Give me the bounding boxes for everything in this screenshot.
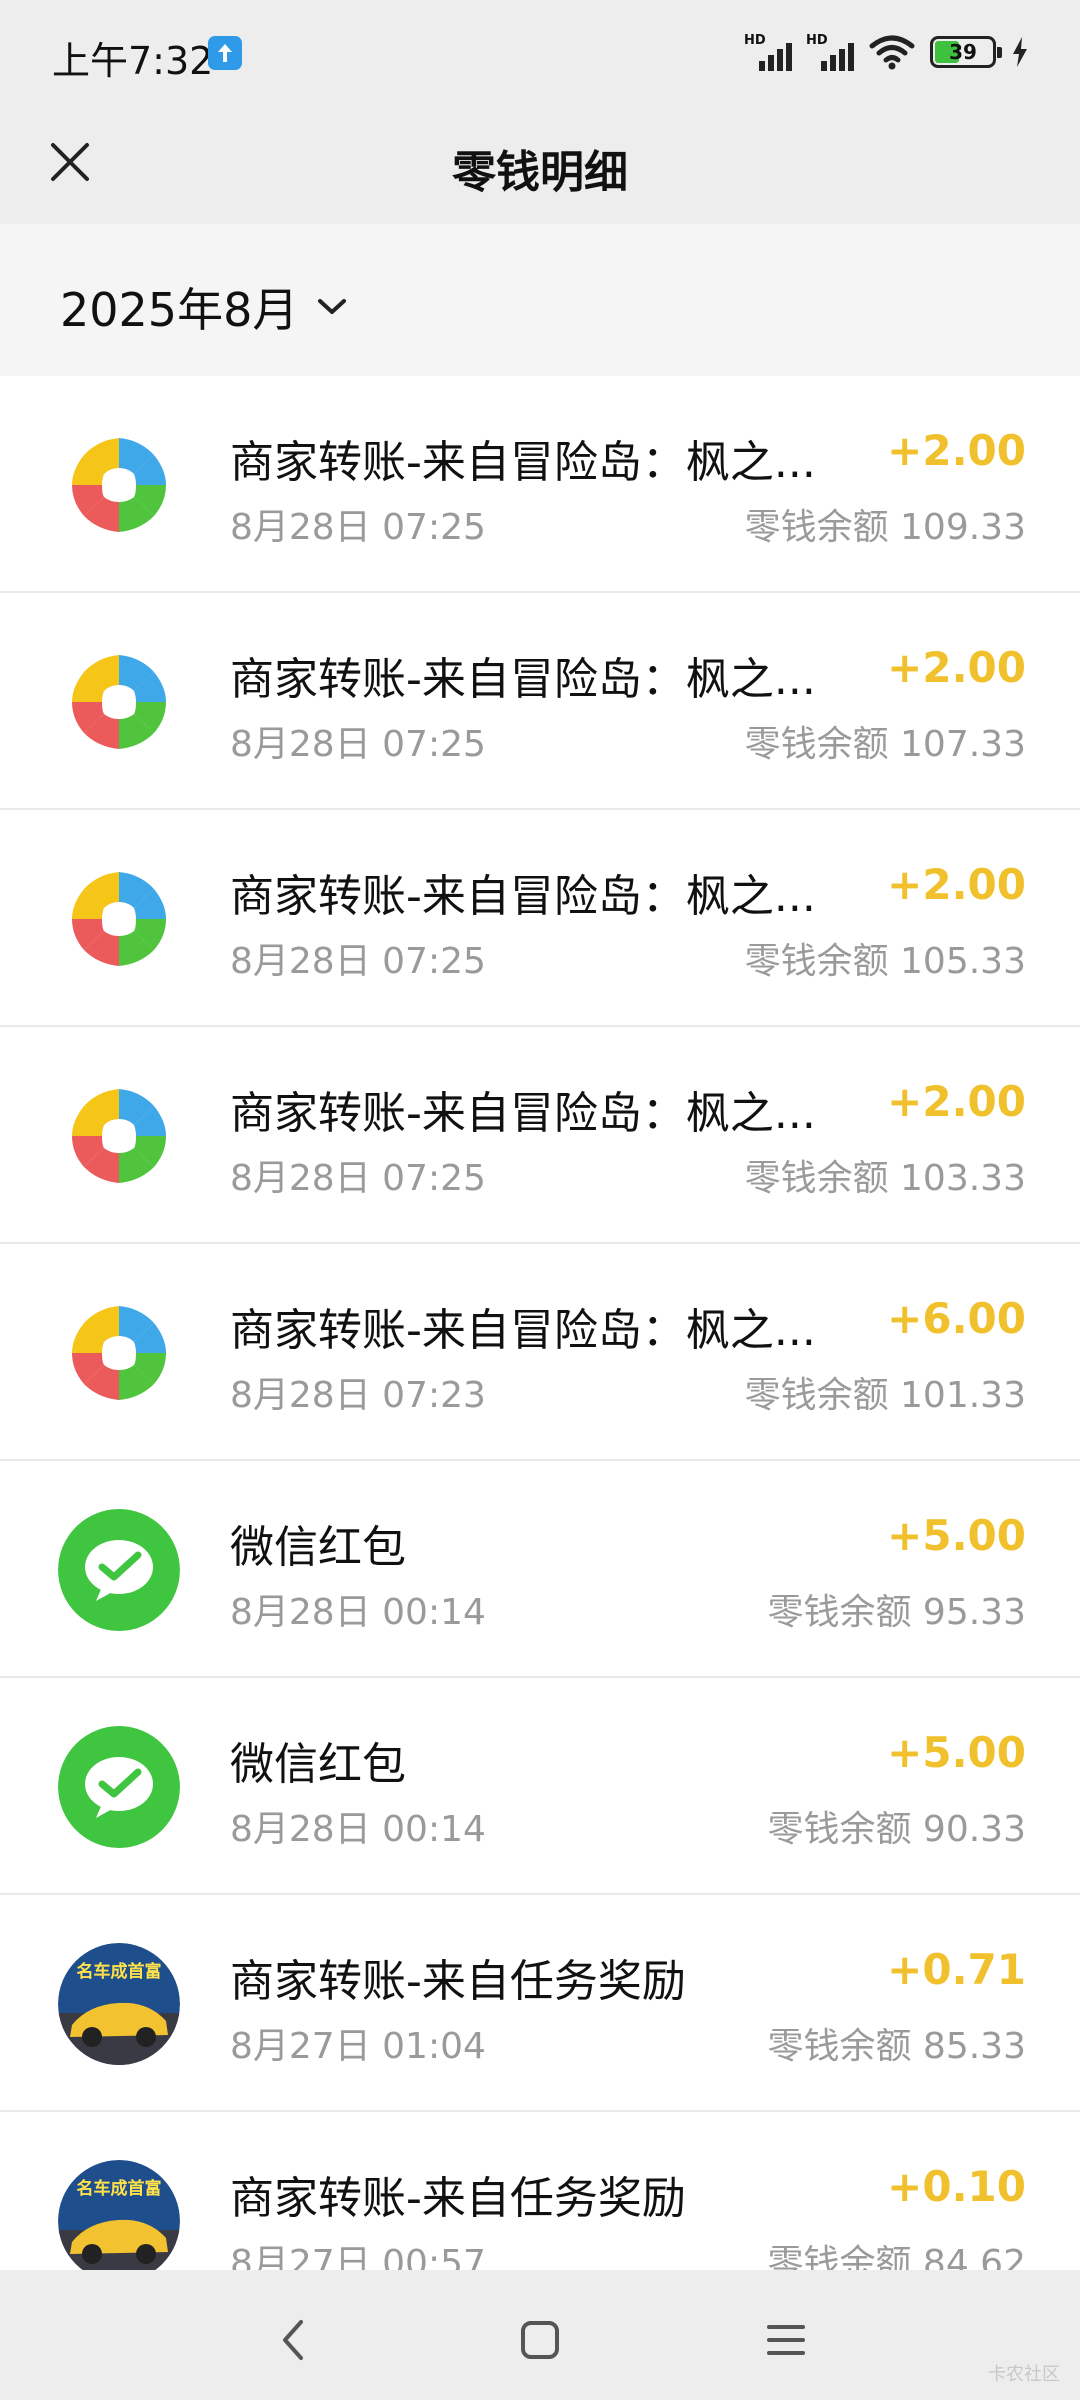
status-time: 上午7:32 bbox=[52, 39, 214, 83]
transaction-time: 8月27日 01:04 bbox=[230, 2026, 486, 2067]
recent-apps-button[interactable] bbox=[746, 2300, 826, 2380]
maple-story-icon bbox=[58, 424, 180, 546]
transaction-title: 商家转账-来自任务奖励 bbox=[230, 2173, 686, 2224]
transaction-time: 8月28日 07:25 bbox=[230, 507, 486, 548]
status-indicators: HD HD 39 bbox=[744, 32, 1030, 72]
transaction-amount: +0.71 bbox=[887, 1945, 1026, 1994]
transaction-amount: +5.00 bbox=[887, 1728, 1026, 1777]
transaction-amount: +5.00 bbox=[887, 1511, 1026, 1560]
chevron-down-icon bbox=[318, 299, 347, 314]
wechat-red-packet-icon bbox=[58, 1726, 180, 1848]
upload-icon bbox=[208, 36, 242, 70]
home-button[interactable] bbox=[500, 2300, 580, 2380]
transaction-balance: 零钱余额 107.33 bbox=[744, 724, 1026, 765]
transaction-balance: 零钱余额 101.33 bbox=[744, 1375, 1026, 1416]
transaction-amount: +2.00 bbox=[887, 1077, 1026, 1126]
transaction-time: 8月28日 07:23 bbox=[230, 1375, 486, 1416]
transaction-amount: +2.00 bbox=[887, 426, 1026, 475]
status-bar: 上午7:32 HD HD 39 bbox=[0, 0, 1080, 100]
month-label: 2025年8月 bbox=[60, 283, 299, 337]
transaction-amount: +6.00 bbox=[887, 1294, 1026, 1343]
transaction-row[interactable]: 商家转账-来自冒险岛：枫之... 8月28日 07:25 +2.00 零钱余额 … bbox=[0, 810, 1080, 1027]
header: 零钱明细 bbox=[0, 100, 1080, 224]
transaction-title: 商家转账-来自任务奖励 bbox=[230, 1956, 686, 2007]
battery-level: 39 bbox=[949, 40, 977, 64]
transaction-amount: +2.00 bbox=[887, 643, 1026, 692]
system-navigation-bar bbox=[0, 2270, 1080, 2400]
sports-car-game-icon: 名车成首富 bbox=[58, 2160, 180, 2282]
wechat-red-packet-icon bbox=[58, 1509, 180, 1631]
maple-story-icon bbox=[58, 1292, 180, 1414]
menu-icon bbox=[767, 2325, 805, 2355]
svg-text:名车成首富: 名车成首富 bbox=[77, 2178, 162, 2199]
transaction-title: 微信红包 bbox=[230, 1522, 406, 1573]
wifi-icon bbox=[869, 35, 915, 70]
transaction-row[interactable]: 商家转账-来自冒险岛：枫之... 8月28日 07:23 +6.00 零钱余额 … bbox=[0, 1244, 1080, 1461]
transaction-row[interactable]: 商家转账-来自冒险岛：枫之... 8月28日 07:25 +2.00 零钱余额 … bbox=[0, 376, 1080, 593]
transaction-title: 商家转账-来自冒险岛：枫之... bbox=[230, 654, 816, 705]
transaction-list: 商家转账-来自冒险岛：枫之... 8月28日 07:25 +2.00 零钱余额 … bbox=[0, 376, 1080, 2329]
transaction-balance: 零钱余额 90.33 bbox=[767, 1809, 1026, 1850]
signal-icon: HD bbox=[744, 33, 792, 71]
transaction-title: 商家转账-来自冒险岛：枫之... bbox=[230, 871, 816, 922]
back-button[interactable] bbox=[254, 2300, 334, 2380]
transaction-time: 8月28日 07:25 bbox=[230, 1158, 486, 1199]
transaction-balance: 零钱余额 95.33 bbox=[767, 1592, 1026, 1633]
transaction-title: 微信红包 bbox=[230, 1739, 406, 1790]
transaction-balance: 零钱余额 105.33 bbox=[744, 941, 1026, 982]
transaction-amount: +2.00 bbox=[887, 860, 1026, 909]
sports-car-game-icon: 名车成首富 bbox=[58, 1943, 180, 2065]
transaction-row[interactable]: 商家转账-来自冒险岛：枫之... 8月28日 07:25 +2.00 零钱余额 … bbox=[0, 1027, 1080, 1244]
battery-icon: 39 bbox=[930, 36, 1002, 68]
transaction-amount: +0.10 bbox=[887, 2162, 1026, 2211]
watermark: 卡农社区 bbox=[988, 2364, 1060, 2385]
transaction-title: 商家转账-来自冒险岛：枫之... bbox=[230, 437, 816, 488]
transaction-balance: 零钱余额 109.33 bbox=[744, 507, 1026, 548]
maple-story-icon bbox=[58, 1075, 180, 1197]
transaction-row[interactable]: 商家转账-来自冒险岛：枫之... 8月28日 07:25 +2.00 零钱余额 … bbox=[0, 593, 1080, 810]
transaction-row[interactable]: 名车成首富 商家转账-来自任务奖励 8月27日 01:04 +0.71 零钱余额… bbox=[0, 1895, 1080, 2112]
page-title: 零钱明细 bbox=[452, 147, 628, 198]
transaction-row[interactable]: 微信红包 8月28日 00:14 +5.00 零钱余额 95.33 bbox=[0, 1461, 1080, 1678]
charging-icon bbox=[1013, 37, 1027, 67]
transaction-title: 商家转账-来自冒险岛：枫之... bbox=[230, 1088, 816, 1139]
transaction-time: 8月28日 07:25 bbox=[230, 724, 486, 765]
month-filter-bar: 2025年8月 bbox=[0, 224, 1080, 376]
transaction-balance: 零钱余额 103.33 bbox=[744, 1158, 1026, 1199]
transaction-time: 8月28日 00:14 bbox=[230, 1592, 486, 1633]
maple-story-icon bbox=[58, 641, 180, 763]
signal-icon: HD bbox=[806, 33, 854, 71]
home-icon bbox=[521, 2321, 559, 2359]
maple-story-icon bbox=[58, 858, 180, 980]
transaction-balance: 零钱余额 85.33 bbox=[767, 2026, 1026, 2067]
transaction-title: 商家转账-来自冒险岛：枫之... bbox=[230, 1305, 816, 1356]
month-selector[interactable]: 2025年8月 bbox=[60, 274, 348, 340]
transaction-row[interactable]: 微信红包 8月28日 00:14 +5.00 零钱余额 90.33 bbox=[0, 1678, 1080, 1895]
transaction-time: 8月28日 00:14 bbox=[230, 1809, 486, 1850]
transaction-time: 8月28日 07:25 bbox=[230, 941, 486, 982]
svg-text:名车成首富: 名车成首富 bbox=[77, 1961, 162, 1982]
back-icon bbox=[283, 2320, 303, 2360]
